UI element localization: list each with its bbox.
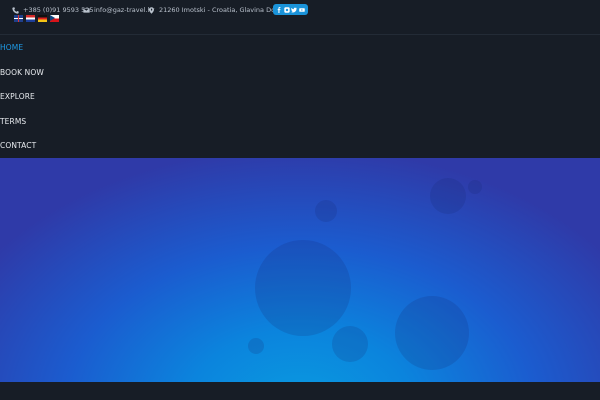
facebook-icon[interactable] bbox=[276, 6, 282, 13]
phone-icon bbox=[12, 6, 19, 14]
nav-item-terms[interactable]: TERMS bbox=[0, 117, 26, 126]
youtube-icon[interactable] bbox=[299, 7, 305, 13]
croatia-flag-icon[interactable] bbox=[26, 15, 35, 22]
main-navigation: HOME BOOK NOW EXPLORE TERMS CONTACT bbox=[0, 35, 600, 158]
germany-flag-icon[interactable] bbox=[38, 15, 47, 22]
top-bar: +385 (0)91 9593 525 info@gaz-travel.hr 2… bbox=[0, 0, 600, 34]
uk-flag-icon[interactable] bbox=[14, 15, 23, 22]
envelope-icon bbox=[83, 7, 90, 13]
nav-item-home[interactable]: HOME bbox=[0, 43, 23, 52]
hero-bubble bbox=[430, 178, 466, 214]
czech-flag-icon[interactable] bbox=[50, 15, 59, 22]
twitter-icon[interactable] bbox=[291, 7, 298, 13]
bottom-strip bbox=[0, 382, 600, 400]
map-pin-icon bbox=[148, 6, 155, 14]
nav-item-contact[interactable]: CONTACT bbox=[0, 141, 36, 150]
hero-banner bbox=[0, 158, 600, 382]
hero-bubble bbox=[332, 326, 368, 362]
instagram-icon[interactable] bbox=[283, 6, 290, 13]
email-address: info@gaz-travel.hr bbox=[94, 6, 155, 14]
hero-bubble bbox=[468, 180, 482, 194]
nav-item-explore[interactable]: EXPLORE bbox=[0, 92, 35, 101]
hero-bubble bbox=[248, 338, 264, 354]
language-selector bbox=[14, 15, 59, 22]
hero-bubble bbox=[255, 240, 351, 336]
hero-bubble bbox=[315, 200, 337, 222]
social-links bbox=[273, 4, 308, 15]
hero-bubble bbox=[395, 296, 469, 370]
email-contact[interactable]: info@gaz-travel.hr bbox=[83, 4, 154, 16]
nav-item-book-now[interactable]: BOOK NOW bbox=[0, 68, 44, 77]
